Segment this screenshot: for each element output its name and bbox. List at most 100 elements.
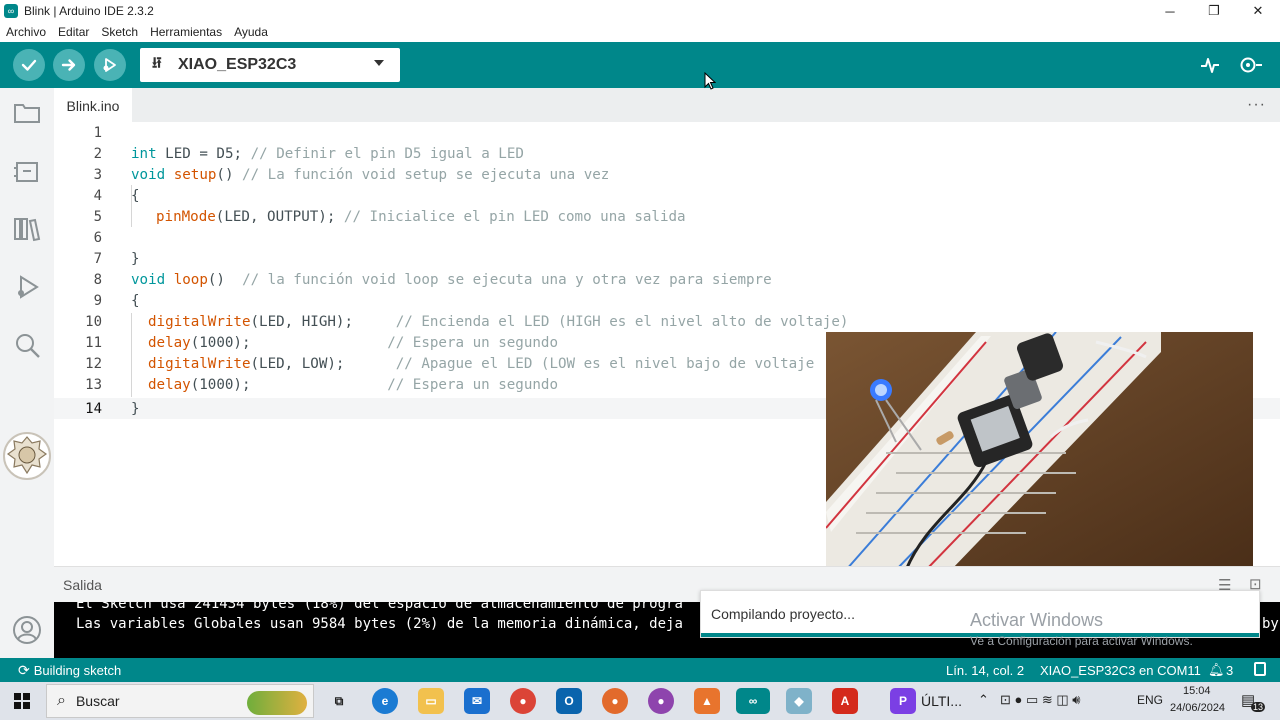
code-text: (LED, HIGH);: [250, 313, 396, 330]
line-number: 4: [93, 187, 102, 204]
keyword: void: [131, 166, 166, 183]
clock-date[interactable]: 24/06/2024: [1170, 702, 1225, 714]
powerpoint-icon[interactable]: P: [890, 688, 916, 714]
menu-ayuda[interactable]: Ayuda: [234, 25, 268, 39]
window-title: Blink | Arduino IDE 2.3.2: [24, 4, 154, 18]
menu-archivo[interactable]: Archivo: [6, 25, 46, 39]
comment: // Definir el pin D5 igual a LED: [250, 145, 524, 162]
breadboard-photo: [826, 332, 1253, 570]
cursor-position: Lín. 14, col. 2: [946, 662, 1025, 678]
code-text: LED = D5;: [156, 145, 251, 162]
code-line: 2 int LED = D5; // Definir el pin D5 igu…: [54, 143, 1280, 164]
folder-icon[interactable]: [12, 98, 42, 128]
line-number: 12: [85, 355, 102, 372]
menu-herramientas[interactable]: Herramientas: [150, 25, 222, 39]
panel-toggle-icon[interactable]: [1254, 662, 1266, 676]
code-line: 6: [54, 227, 1280, 248]
taskbar-search[interactable]: ⌕ Buscar: [46, 684, 314, 718]
menu-editar[interactable]: Editar: [58, 25, 89, 39]
function-name: setup: [165, 166, 217, 183]
board-port-status[interactable]: XIAO_ESP32C3 en COM11: [1040, 663, 1201, 678]
verify-button[interactable]: [13, 49, 45, 81]
chrome-profile2-icon[interactable]: ●: [648, 688, 674, 714]
plotter-icon: [1201, 58, 1219, 73]
serial-monitor-button[interactable]: [1237, 52, 1263, 78]
edge-icon[interactable]: e: [372, 688, 398, 714]
output-line: Las variables Globales usan 9584 bytes (…: [76, 616, 683, 632]
tray-icons[interactable]: ⊡ ● ▭ ≋ ◫ 🔊︎: [1000, 692, 1080, 708]
line-number: 14: [85, 400, 102, 417]
keyword: int: [131, 145, 157, 162]
boards-manager-icon[interactable]: [12, 157, 42, 187]
channel-logo: [2, 431, 52, 481]
activate-windows-subtitle: Ve a Configuración para activar Windows.: [970, 634, 1193, 648]
chrome-icon[interactable]: ●: [510, 688, 536, 714]
editor-tab-bar: Blink.ino ···: [54, 88, 1280, 122]
notification-text: Compilando proyecto...: [711, 606, 855, 622]
debug-sidebar-icon[interactable]: [12, 272, 42, 302]
code-text: }: [131, 250, 140, 267]
function-name: digitalWrite: [148, 313, 251, 330]
comment: // La función void setup se ejecuta una …: [242, 166, 610, 183]
code-text: (LED, LOW);: [250, 355, 396, 372]
tab-blink-ino[interactable]: Blink.ino: [54, 88, 132, 122]
mail-icon[interactable]: ✉: [464, 688, 490, 714]
output-line: El Sketch usa 241434 bytes (18%) del esp…: [76, 602, 683, 612]
running-app-label[interactable]: ÚLTI...: [921, 693, 962, 709]
checkmark-icon: [21, 59, 37, 71]
line-number: 8: [93, 271, 102, 288]
bell-icon[interactable]: 🔔︎: [1208, 662, 1225, 678]
notification-count: 3: [1226, 662, 1234, 678]
code-line: 4 {: [54, 185, 1280, 206]
code-text: {: [131, 187, 140, 204]
code-line: 1: [54, 122, 1280, 143]
windows-start-icon[interactable]: [14, 693, 30, 709]
search-icon: ⌕: [57, 692, 66, 709]
app-icon[interactable]: ◆: [786, 688, 812, 714]
mouse-cursor-icon: [704, 71, 717, 95]
keyword: void: [131, 271, 166, 288]
search-placeholder: Buscar: [75, 693, 120, 709]
code-line: 3 void setup() // La función void setup …: [54, 164, 1280, 185]
matlab-icon[interactable]: ▲: [694, 688, 720, 714]
clock-time[interactable]: 15:04: [1183, 685, 1211, 697]
upload-button[interactable]: [53, 49, 85, 81]
menu-sketch[interactable]: Sketch: [101, 25, 138, 39]
outlook-icon[interactable]: O: [556, 688, 582, 714]
debug-button[interactable]: [94, 49, 126, 81]
line-number: 3: [93, 166, 102, 183]
serial-plotter-button[interactable]: [1197, 52, 1223, 78]
account-icon[interactable]: [12, 615, 42, 645]
chevron-up-icon[interactable]: ⌃: [978, 692, 989, 708]
code-text: }: [131, 400, 140, 417]
arduino-taskbar-icon[interactable]: ∞: [736, 688, 770, 714]
notification-center-count: 13: [1251, 702, 1266, 712]
function-name: loop: [165, 271, 208, 288]
output-line-tail: by: [1262, 616, 1279, 632]
input-language[interactable]: ENG: [1137, 693, 1163, 707]
line-number: 7: [93, 250, 102, 267]
task-view-icon[interactable]: ⧉: [326, 688, 352, 714]
line-number: 5: [93, 208, 102, 225]
arrow-right-icon: [61, 59, 76, 71]
function-name: digitalWrite: [148, 355, 251, 372]
more-options-icon[interactable]: ···: [1247, 96, 1266, 114]
code-text: {: [131, 292, 140, 309]
sidebar: [0, 88, 54, 658]
file-explorer-icon[interactable]: ▭: [418, 688, 444, 714]
tab-label: Blink.ino: [66, 98, 120, 114]
comment: // la función void loop se ejecuta una y…: [242, 271, 772, 288]
board-selector[interactable]: ⭿ XIAO_ESP32C3: [140, 48, 400, 82]
chrome-profile-icon[interactable]: ●: [602, 688, 628, 714]
library-icon[interactable]: [12, 214, 42, 244]
close-window-button[interactable]: ✕: [1236, 0, 1280, 22]
search-icon[interactable]: [12, 330, 42, 360]
code-text: (1000);: [190, 334, 388, 351]
board-name: XIAO_ESP32C3: [178, 56, 297, 73]
line-number: 9: [93, 292, 102, 309]
function-name: delay: [148, 376, 191, 393]
minimize-button[interactable]: ─: [1148, 0, 1192, 22]
acrobat-icon[interactable]: A: [832, 688, 858, 714]
function-name: pinMode: [156, 208, 216, 225]
restore-button[interactable]: ❐: [1192, 0, 1236, 22]
